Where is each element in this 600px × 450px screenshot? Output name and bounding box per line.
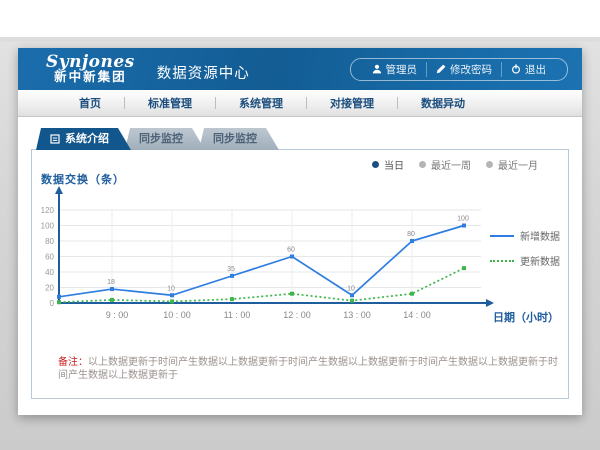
svg-text:0: 0 bbox=[50, 299, 55, 308]
nav-item-docking-mgmt[interactable]: 对接管理 bbox=[307, 95, 397, 111]
change-password-button[interactable]: 修改密码 bbox=[426, 62, 501, 77]
app-window: Synjones 新中新集团 数据资源中心 管理员 修改密码 bbox=[18, 48, 582, 415]
svg-text:日期（小时）: 日期（小时） bbox=[493, 310, 559, 324]
svg-text:10: 10 bbox=[167, 285, 175, 292]
tab-system-intro[interactable]: 系统介绍 bbox=[36, 128, 131, 150]
footnote: 备注：以上数据更新于时间产生数据以上数据更新于时间产生数据以上数据更新于时间产生… bbox=[58, 356, 563, 382]
svg-text:12 : 00: 12 : 00 bbox=[283, 310, 311, 320]
svg-text:11 : 00: 11 : 00 bbox=[224, 310, 251, 320]
main-nav: 首页 标准管理 系统管理 对接管理 数据异动 bbox=[18, 90, 582, 117]
svg-text:10 : 00: 10 : 00 bbox=[163, 310, 191, 320]
filter-label: 当日 bbox=[384, 157, 404, 172]
green-dotted-line-sample bbox=[490, 260, 514, 262]
page-top-strip bbox=[0, 0, 600, 38]
svg-text:80: 80 bbox=[407, 231, 415, 238]
app-header: Synjones 新中新集团 数据资源中心 管理员 修改密码 bbox=[18, 48, 582, 90]
filter-today[interactable]: 当日 bbox=[372, 157, 404, 172]
filter-last-month[interactable]: 最近一月 bbox=[486, 157, 538, 172]
legend-label: 更新数据 bbox=[520, 253, 560, 268]
tab-label: 系统介绍 bbox=[65, 128, 109, 150]
tab-sync-monitor-2[interactable]: 同步监控 bbox=[199, 128, 279, 150]
svg-text:80: 80 bbox=[45, 237, 54, 246]
edit-icon bbox=[436, 64, 446, 74]
radio-selected-icon bbox=[372, 161, 379, 168]
filter-label: 最近一周 bbox=[431, 157, 471, 172]
chart-legend: 新增数据 更新数据 bbox=[484, 228, 560, 278]
tab-strip: 系统介绍 同步监控 同步监控 bbox=[36, 128, 569, 150]
svg-text:60: 60 bbox=[45, 253, 54, 262]
logo-subtext: 新中新集团 bbox=[46, 71, 135, 84]
tab-label: 同步监控 bbox=[213, 128, 257, 150]
legend-label: 新增数据 bbox=[520, 228, 560, 243]
svg-text:40: 40 bbox=[45, 268, 54, 277]
blue-line-sample bbox=[490, 235, 514, 237]
svg-text:120: 120 bbox=[41, 206, 55, 215]
svg-text:10: 10 bbox=[347, 285, 355, 292]
nav-item-system-mgmt[interactable]: 系统管理 bbox=[216, 95, 306, 111]
nav-item-data-change[interactable]: 数据异动 bbox=[398, 95, 488, 111]
footnote-label: 备注： bbox=[58, 357, 88, 368]
filter-last-week[interactable]: 最近一周 bbox=[419, 157, 471, 172]
svg-text:9 : 00: 9 : 00 bbox=[106, 310, 129, 320]
legend-item-updated-data: 更新数据 bbox=[484, 253, 560, 268]
user-name: 管理员 bbox=[386, 62, 418, 77]
time-filter-group: 当日 最近一周 最近一月 bbox=[357, 157, 538, 172]
svg-text:18: 18 bbox=[107, 279, 115, 286]
user-toolbar: 管理员 修改密码 退出 bbox=[350, 58, 569, 81]
svg-text:100: 100 bbox=[457, 216, 469, 223]
content-area: 系统介绍 同步监控 同步监控 当日 最近一周 bbox=[18, 117, 582, 399]
nav-item-home[interactable]: 首页 bbox=[56, 95, 124, 111]
svg-text:14 : 00: 14 : 00 bbox=[403, 310, 431, 320]
logo-text: Synjones bbox=[46, 54, 135, 72]
filter-label: 最近一月 bbox=[498, 157, 538, 172]
svg-text:13 : 00: 13 : 00 bbox=[343, 310, 371, 320]
user-icon bbox=[372, 64, 382, 74]
footnote-text: 以上数据更新于时间产生数据以上数据更新于时间产生数据以上数据更新于时间产生数据以… bbox=[58, 357, 558, 381]
nav-item-standard-mgmt[interactable]: 标准管理 bbox=[125, 95, 215, 111]
chart-panel: 当日 最近一周 最近一月 数据交换（条） 0204060801001209 : … bbox=[31, 149, 569, 399]
svg-text:20: 20 bbox=[45, 284, 54, 293]
company-logo: Synjones 新中新集团 bbox=[46, 54, 135, 85]
svg-text:35: 35 bbox=[227, 266, 235, 273]
page-title: 数据资源中心 bbox=[157, 62, 250, 83]
logout-label: 退出 bbox=[525, 62, 546, 77]
svg-text:100: 100 bbox=[41, 222, 55, 231]
logout-button[interactable]: 退出 bbox=[501, 62, 555, 77]
current-user-button[interactable]: 管理员 bbox=[363, 62, 427, 77]
tab-sync-monitor-1[interactable]: 同步监控 bbox=[125, 128, 205, 150]
change-password-label: 修改密码 bbox=[450, 62, 492, 77]
document-icon bbox=[50, 134, 60, 144]
radio-icon bbox=[486, 161, 493, 168]
power-icon bbox=[511, 64, 521, 74]
svg-text:60: 60 bbox=[287, 247, 295, 254]
legend-item-new-data: 新增数据 bbox=[484, 228, 560, 243]
radio-icon bbox=[419, 161, 426, 168]
tab-label: 同步监控 bbox=[139, 128, 183, 150]
